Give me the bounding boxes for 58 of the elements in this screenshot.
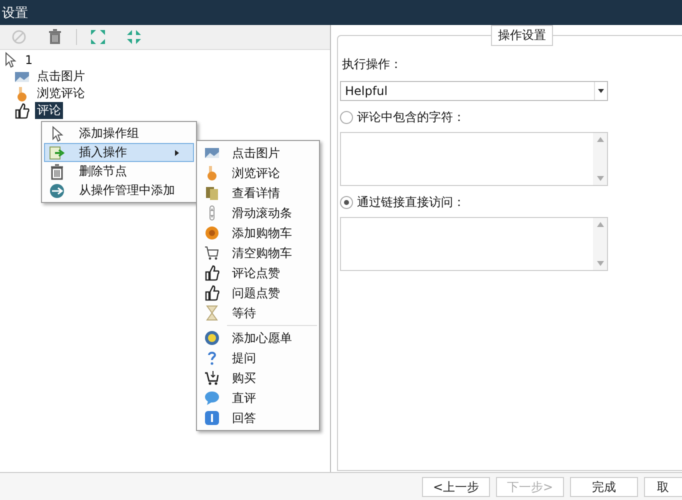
hourglass-icon xyxy=(204,305,220,321)
info-icon xyxy=(204,410,220,426)
window-title: 设置 xyxy=(2,4,28,22)
tree-item[interactable]: 1 xyxy=(23,52,35,66)
scroll-down-icon xyxy=(596,176,604,181)
insert-icon xyxy=(49,144,65,160)
wizard-button[interactable]: <上一步 xyxy=(422,477,490,497)
menu-item[interactable]: 添加购物车 xyxy=(199,223,317,243)
menu-item[interactable]: 查看详情 xyxy=(199,183,317,203)
scroll-up-icon xyxy=(596,222,604,227)
radio-label: 通过链接直接访问： xyxy=(357,194,465,211)
menu-item[interactable]: 插入操作 xyxy=(44,143,194,162)
menu-item[interactable]: 点击图片 xyxy=(199,143,317,163)
menu-item[interactable]: 购买 xyxy=(199,368,317,388)
scroll-up-icon xyxy=(596,137,604,142)
wizard-button[interactable]: 取 xyxy=(644,477,682,497)
expand-icon[interactable] xyxy=(89,28,107,46)
menu-item[interactable]: 直评 xyxy=(199,388,317,408)
cart-icon xyxy=(204,370,220,386)
radio-button[interactable] xyxy=(340,111,353,124)
menu-item[interactable]: 滑动滚动条 xyxy=(199,203,317,223)
menu-item[interactable]: 从操作管理中添加 xyxy=(44,181,194,200)
cart-add-icon xyxy=(204,225,220,241)
radio-label: 评论中包含的字符： xyxy=(357,109,465,126)
picture-icon xyxy=(204,145,220,161)
delete-icon[interactable] xyxy=(46,28,64,46)
menu-item[interactable]: 回答 xyxy=(199,408,317,428)
text-area[interactable] xyxy=(340,132,608,186)
dropdown[interactable]: Helpful xyxy=(340,81,608,101)
menu-item[interactable]: 提问 xyxy=(199,348,317,368)
speech-bubble-icon xyxy=(204,390,220,406)
tree-item[interactable]: 浏览评论 xyxy=(35,85,87,102)
menu-item[interactable]: 问题点赞 xyxy=(199,283,317,303)
menu-item[interactable]: 清空购物车 xyxy=(199,243,317,263)
wizard-button[interactable]: 完成 xyxy=(570,477,638,497)
thumbs-up-icon xyxy=(204,265,220,281)
menu-item[interactable]: 添加心愿单 xyxy=(199,328,317,348)
menu-item[interactable]: 添加操作组 xyxy=(44,124,194,143)
submenu-arrow-icon xyxy=(175,150,179,156)
field-label: 执行操作： xyxy=(342,56,403,73)
badge-icon xyxy=(204,330,220,346)
text-area[interactable] xyxy=(340,217,608,271)
documents-icon xyxy=(204,185,220,201)
radio-button[interactable] xyxy=(340,196,353,209)
collapse-icon[interactable] xyxy=(125,28,143,46)
menu-item[interactable]: 等待 xyxy=(199,303,317,323)
thumbs-up-icon xyxy=(204,285,220,301)
tree-item[interactable]: 点击图片 xyxy=(35,68,87,85)
thumbs-up-icon xyxy=(14,102,30,118)
caret-icon xyxy=(598,89,604,93)
cart-icon xyxy=(204,245,220,261)
menu-item[interactable]: 评论点赞 xyxy=(199,263,317,283)
menu-item[interactable]: 删除节点 xyxy=(44,162,194,181)
group-title: 操作设置 xyxy=(491,25,553,46)
menu-item[interactable]: 浏览评论 xyxy=(199,163,317,183)
scroll-down-icon xyxy=(596,261,604,266)
trash-icon xyxy=(49,164,65,180)
tree-item[interactable]: 评论 xyxy=(35,102,63,119)
